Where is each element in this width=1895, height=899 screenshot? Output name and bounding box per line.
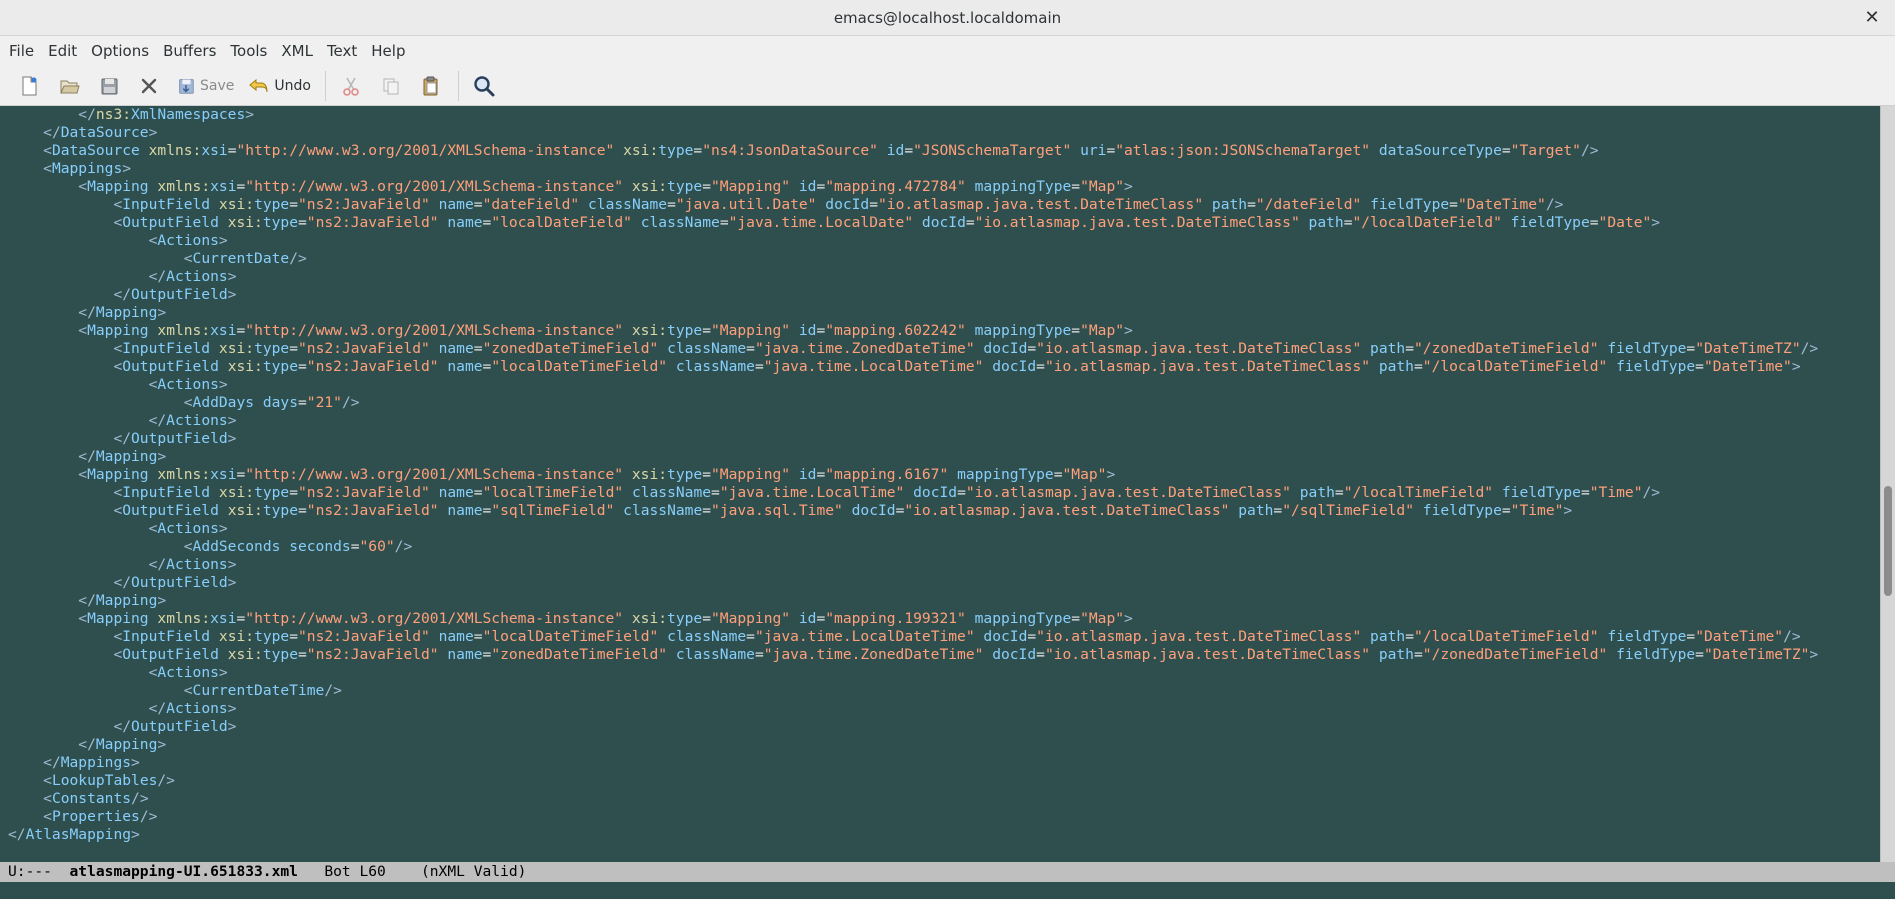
copy-icon [383,78,399,94]
menu-buffers[interactable]: Buffers [156,36,223,66]
code-line[interactable]: </AtlasMapping> [8,826,1818,844]
code-line[interactable]: <Actions> [8,232,1818,250]
code-line[interactable]: <OutputField xsi:type="ns2:JavaField" na… [8,214,1818,232]
cut-button[interactable] [334,69,368,103]
echo-area[interactable] [0,882,1895,899]
undo-icon [249,78,268,92]
code-line[interactable]: <CurrentDateTime/> [8,682,1818,700]
code-line[interactable]: </Actions> [8,268,1818,286]
menu-file[interactable]: File [2,36,41,66]
mode-line: U:--- atlasmapping-UI.651833.xml Bot L60… [0,862,1895,882]
vertical-scrollbar[interactable] [1880,106,1895,862]
save-label: Save [200,77,235,94]
toolbar-separator [324,70,326,101]
code-line[interactable]: </OutputField> [8,430,1818,448]
code-line[interactable]: <Properties/> [8,808,1818,826]
undo-button[interactable]: Undo [244,69,315,103]
code-line[interactable]: <CurrentDate/> [8,250,1818,268]
menu-xml[interactable]: XML [274,36,320,66]
editor-buffer[interactable]: </ns3:XmlNamespaces> </DataSource> <Data… [0,106,1880,862]
menu-text[interactable]: Text [320,36,364,66]
code-line[interactable]: <LookupTables/> [8,772,1818,790]
code-line[interactable]: </ns3:XmlNamespaces> [8,106,1818,124]
code-line[interactable]: </Actions> [8,556,1818,574]
search-button[interactable] [467,69,501,103]
modeline-status: U:--- [8,863,70,880]
modeline-position: Bot L60 [297,863,421,880]
code-line[interactable]: </Mapping> [8,448,1818,466]
code-line[interactable]: <DataSource xmlns:xsi="http://www.w3.org… [8,142,1818,160]
menu-help[interactable]: Help [364,36,412,66]
code-line[interactable]: <InputField xsi:type="ns2:JavaField" nam… [8,628,1818,646]
menubar: File Edit Options Buffers Tools XML Text… [0,36,1895,66]
code-line[interactable]: </Mapping> [8,304,1818,322]
modeline-mode[interactable]: (nXML Valid) [421,862,526,882]
code-line[interactable]: <InputField xsi:type="ns2:JavaField" nam… [8,340,1818,358]
save-button[interactable]: Save [172,69,238,103]
code-line[interactable]: <Mapping xmlns:xsi="http://www.w3.org/20… [8,610,1818,628]
code-line[interactable]: <InputField xsi:type="ns2:JavaField" nam… [8,484,1818,502]
scrollbar-thumb[interactable] [1884,486,1892,596]
code-line[interactable]: <Constants/> [8,790,1818,808]
code-line[interactable]: <Actions> [8,664,1818,682]
code-line[interactable]: <Mappings> [8,160,1818,178]
menu-edit[interactable]: Edit [41,36,84,66]
save-icon [179,78,194,94]
new-file-icon [22,76,37,95]
code-line[interactable]: </Actions> [8,700,1818,718]
paste-icon [423,76,438,95]
code-line[interactable]: </Mapping> [8,592,1818,610]
code-line[interactable]: <Mapping xmlns:xsi="http://www.w3.org/20… [8,322,1818,340]
code-line[interactable]: <InputField xsi:type="ns2:JavaField" nam… [8,196,1818,214]
close-buffer-button[interactable] [132,69,166,103]
code-line[interactable]: <OutputField xsi:type="ns2:JavaField" na… [8,646,1818,664]
code-line[interactable]: <Mapping xmlns:xsi="http://www.w3.org/20… [8,466,1818,484]
code-line[interactable]: </OutputField> [8,718,1818,736]
code-line[interactable]: <AddDays days="21"/> [8,394,1818,412]
toolbar-separator [457,70,459,101]
close-buffer-icon [141,78,157,93]
cut-icon [343,77,359,96]
code-line[interactable]: </Mappings> [8,754,1818,772]
toolbar: Save Undo [0,66,1895,106]
code-line[interactable]: <AddSeconds seconds="60"/> [8,538,1818,556]
modeline-buffer-name: atlasmapping-UI.651833.xml [69,863,298,880]
open-file-button[interactable] [52,69,86,103]
code-line[interactable]: <OutputField xsi:type="ns2:JavaField" na… [8,502,1818,520]
copy-button[interactable] [374,69,408,103]
code-line[interactable]: </Actions> [8,412,1818,430]
close-window-icon[interactable]: ✕ [1861,7,1883,29]
code-line[interactable]: <Actions> [8,376,1818,394]
new-file-button[interactable] [12,69,46,103]
menu-options[interactable]: Options [84,36,156,66]
code-line[interactable]: </OutputField> [8,286,1818,304]
code-line[interactable]: </DataSource> [8,124,1818,142]
menu-tools[interactable]: Tools [223,36,274,66]
save-disk-button[interactable] [92,69,126,103]
paste-button[interactable] [414,69,448,103]
code-line[interactable]: </Mapping> [8,736,1818,754]
code-line[interactable]: </OutputField> [8,574,1818,592]
window-title: emacs@localhost.localdomain [833,8,1062,27]
open-folder-icon [60,80,80,93]
window-titlebar: emacs@localhost.localdomain ✕ [0,0,1895,36]
code-line[interactable]: <OutputField xsi:type="ns2:JavaField" na… [8,358,1818,376]
undo-label: Undo [274,77,311,94]
code-line[interactable]: <Actions> [8,520,1818,538]
save-icon [101,78,118,94]
code-line[interactable]: <Mapping xmlns:xsi="http://www.w3.org/20… [8,178,1818,196]
search-icon [474,75,495,96]
xml-code[interactable]: </ns3:XmlNamespaces> </DataSource> <Data… [8,106,1818,844]
